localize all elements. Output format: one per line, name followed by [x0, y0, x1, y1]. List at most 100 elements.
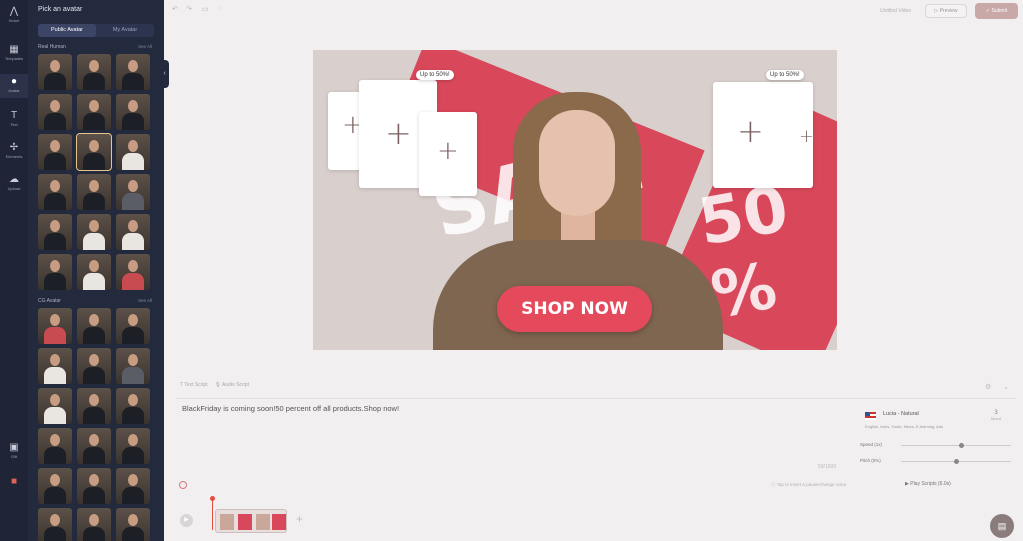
section-real-human-title: Real Human [38, 44, 66, 50]
placeholder-card[interactable]: + [419, 112, 477, 196]
avatar-thumb[interactable] [116, 388, 150, 424]
avatar-thumb[interactable] [38, 508, 72, 541]
see-all-real-human[interactable]: See All [138, 44, 152, 49]
video-canvas[interactable]: SALE 50 % + + + Up to 50%! ++ Up to 50%!… [313, 50, 837, 350]
avatar-thumb[interactable] [77, 54, 111, 90]
discount-badge-left: Up to 50%! [416, 70, 454, 80]
video-title[interactable]: Untitled Video [880, 8, 911, 14]
chat-icon: ▤ [997, 521, 1007, 531]
script-tabs: T Text Script 🎙 Audio Script [180, 382, 249, 388]
settings-icon[interactable]: ⚙ [985, 383, 991, 391]
character-count: 59/1500 [818, 464, 837, 470]
voice-tags: English, Aries, Youth, News, E-learning,… [865, 424, 944, 429]
avatar-thumb[interactable] [38, 388, 72, 424]
placeholder-card[interactable]: + + [713, 82, 814, 188]
avatar-thumb[interactable] [116, 308, 150, 344]
avatar-thumb[interactable] [77, 308, 111, 344]
record-icon[interactable] [179, 481, 187, 489]
avatar-thumb[interactable] [38, 54, 72, 90]
play-script-button[interactable]: ▶ Play Scripts (6.0s) [905, 481, 951, 487]
add-scene-button[interactable]: + [296, 512, 303, 526]
shop-now-button[interactable]: SHOP NOW [497, 286, 652, 332]
pitch-knob[interactable] [953, 459, 959, 464]
collapse-icon[interactable]: ⌄ [1003, 383, 1009, 391]
avatar-thumb[interactable] [116, 214, 150, 250]
speed-slider[interactable] [901, 443, 1011, 448]
pause-hint: ⓘ Tap to insert a pause/change voice [771, 482, 847, 487]
avatar-thumb[interactable] [38, 348, 72, 384]
avatar-thumb[interactable] [38, 134, 72, 170]
avatar-thumb[interactable] [116, 174, 150, 210]
speed-label: Speed (1x) [860, 442, 883, 447]
script-input[interactable]: BlackFriday is coming soon!50 percent of… [182, 404, 399, 413]
chevron-left-icon: ‹ [163, 70, 166, 77]
left-rail: ⋀ Home ▦ Templates ● Avatar T Text ✢ Elements… [0, 0, 28, 541]
rail-text[interactable]: T Text [0, 110, 28, 127]
text-script-tab[interactable]: T Text Script [180, 382, 208, 388]
avatar-thumb[interactable] [116, 134, 150, 170]
elements-icon: ✢ [9, 142, 19, 153]
avatar-thumb[interactable] [77, 508, 111, 541]
help-icon[interactable]: ◌ [218, 5, 222, 12]
voice-mood[interactable]: 3 Mood [991, 410, 1001, 421]
section-cg-avatar-title: CG Avatar [38, 298, 61, 304]
avatar-thumb[interactable] [38, 468, 72, 504]
play-icon: ▶ [184, 517, 189, 523]
collapse-panel-button[interactable]: ‹ [160, 60, 169, 88]
avatar-thumb-selected[interactable] [76, 133, 112, 171]
avatar-thumb[interactable] [77, 348, 111, 384]
avatar-thumb[interactable] [116, 254, 150, 290]
scene-clip[interactable] [215, 509, 287, 533]
audio-script-tab[interactable]: 🎙 Audio Script [215, 382, 249, 388]
preview-button[interactable]: ▷ Preview [925, 4, 967, 18]
see-all-cg-avatar[interactable]: See All [138, 298, 152, 303]
monitor-icon[interactable]: ▭ [202, 5, 209, 13]
voice-panel: Lucia - Natural English, Aries, Youth, N… [855, 404, 1015, 478]
avatar-thumb[interactable] [116, 428, 150, 464]
voice-name[interactable]: Lucia - Natural [883, 411, 919, 417]
pitch-slider[interactable] [901, 459, 1011, 464]
rail-elements[interactable]: ✢ Elements [0, 142, 28, 159]
avatar-thumb[interactable] [77, 428, 111, 464]
undo-icon[interactable]: ↶ [172, 5, 178, 13]
avatar-face [539, 110, 615, 216]
avatar-thumb[interactable] [38, 214, 72, 250]
tab-my-avatar[interactable]: My Avatar [96, 24, 154, 37]
avatar-thumb[interactable] [77, 94, 111, 130]
redo-icon[interactable]: ↷ [186, 5, 192, 13]
text-icon: T [10, 110, 18, 121]
speed-knob[interactable] [958, 443, 964, 448]
settings-icon: ■ [10, 476, 18, 487]
avatar-thumb[interactable] [77, 388, 111, 424]
avatar-thumb[interactable] [38, 254, 72, 290]
avatar-thumb[interactable] [116, 348, 150, 384]
timeline-play-button[interactable]: ▶ [180, 514, 193, 527]
rail-settings[interactable]: ■ [0, 476, 28, 488]
avatar-thumb[interactable] [116, 94, 150, 130]
avatar-thumb[interactable] [77, 214, 111, 250]
rail-upload[interactable]: ☁ Upload [0, 174, 28, 191]
avatar-thumb[interactable] [38, 308, 72, 344]
avatar-thumb[interactable] [116, 468, 150, 504]
tab-public-avatar[interactable]: Public Avatar [38, 24, 96, 37]
avatar-thumb[interactable] [77, 174, 111, 210]
avatar-panel: Pick an avatar Public Avatar My Avatar R… [28, 0, 164, 541]
logo-button[interactable]: ⋀ Home [0, 6, 28, 23]
avatar-thumb[interactable] [38, 428, 72, 464]
avatar-thumb[interactable] [77, 254, 111, 290]
avatar-thumb[interactable] [116, 54, 150, 90]
logo-icon: ⋀ [9, 6, 19, 17]
rail-avatar[interactable]: ● Avatar [0, 74, 28, 98]
chat-support-button[interactable]: ▤ [990, 514, 1014, 538]
rail-templates[interactable]: ▦ Templates [0, 44, 28, 61]
submit-button[interactable]: ✓ Submit [975, 3, 1018, 19]
avatar-thumb[interactable] [38, 94, 72, 130]
rail-gift[interactable]: ▣ Gift [0, 442, 28, 459]
templates-icon: ▦ [9, 44, 19, 55]
avatar-thumb[interactable] [38, 174, 72, 210]
gift-icon: ▣ [9, 442, 19, 453]
playhead-line [212, 500, 213, 530]
avatar-tabs: Public Avatar My Avatar [38, 24, 154, 37]
avatar-thumb[interactable] [116, 508, 150, 541]
avatar-thumb[interactable] [77, 468, 111, 504]
